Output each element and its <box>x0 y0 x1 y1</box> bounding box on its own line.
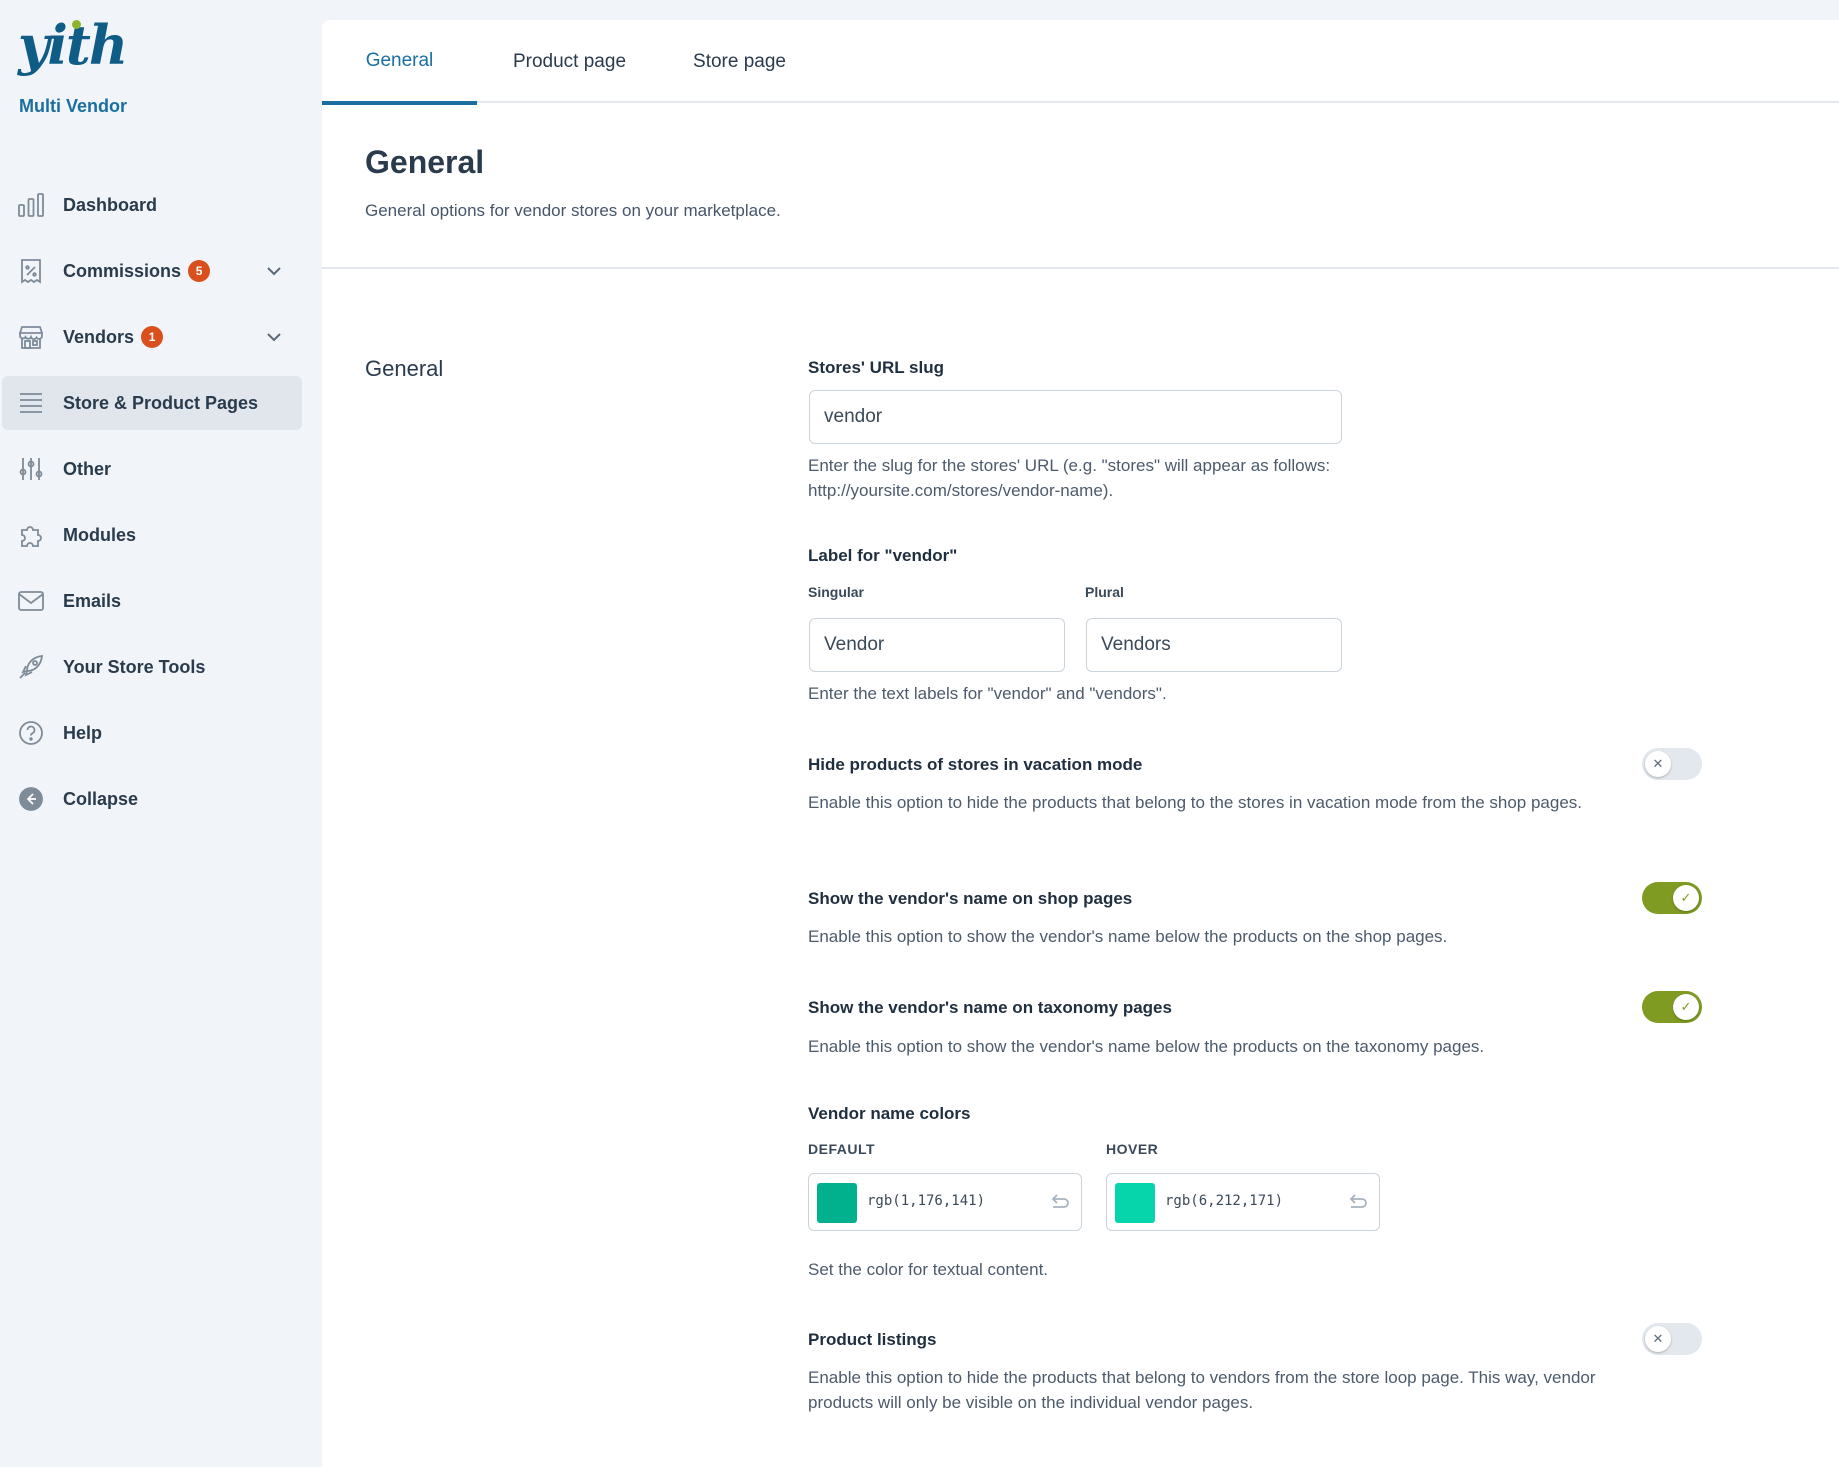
stores-url-slug-description: Enter the slug for the stores' URL (e.g.… <box>808 456 1331 500</box>
sidebar-item-label: Help <box>63 722 103 743</box>
sliders-icon <box>17 455 45 483</box>
vacation-mode-description: Enable this option to hide the products … <box>808 793 1582 812</box>
logo-dot <box>72 20 81 29</box>
toggle-on-check-icon: ✓ <box>1673 994 1699 1020</box>
sidebar-item-collapse[interactable]: Collapse <box>2 772 302 826</box>
sidebar-item-dashboard[interactable]: Dashboard <box>2 178 302 232</box>
chevron-down-icon[interactable] <box>264 261 284 281</box>
receipt-percent-icon <box>17 257 45 285</box>
page-title: General <box>365 144 485 180</box>
plural-label: Plural <box>1085 584 1124 600</box>
sidebar-item-label: Emails <box>63 590 122 611</box>
toggle-off-x-icon: ✕ <box>1645 751 1671 777</box>
sidebar-item-label: Dashboard <box>63 194 158 215</box>
sidebar-item-label: Store & Product Pages <box>63 392 259 413</box>
default-color-picker[interactable]: rgb(1,176,141) <box>808 1173 1082 1231</box>
default-color-swatch[interactable] <box>817 1183 857 1223</box>
sidebar-item-commissions[interactable]: Commissions 5 <box>2 244 302 298</box>
arrow-left-circle-icon <box>17 785 45 813</box>
vendor-name-colors-description: Set the color for textual content. <box>808 1260 1049 1279</box>
tab-bar: General Product page Store page <box>322 20 1839 105</box>
puzzle-icon <box>17 521 45 549</box>
shop-pages-name-title: Show the vendor's name on shop pages <box>808 889 1133 908</box>
sidebar-item-modules[interactable]: Modules <box>2 508 302 562</box>
tab-product-page[interactable]: Product page <box>492 20 647 103</box>
sidebar-item-label: Commissions <box>63 260 182 281</box>
taxonomy-pages-name-toggle[interactable]: ✓ <box>1642 991 1702 1023</box>
vacation-mode-toggle[interactable]: ✕ <box>1642 748 1702 780</box>
product-listings-description: Enable this option to hide the products … <box>808 1368 1596 1412</box>
hover-color-picker[interactable]: rgb(6,212,171) <box>1106 1173 1380 1231</box>
default-color-value[interactable]: rgb(1,176,141) <box>867 1193 985 1209</box>
product-listings-toggle[interactable]: ✕ <box>1642 1323 1702 1355</box>
settings-panel: General Product page Store page General … <box>322 20 1839 1467</box>
vendor-label-description: Enter the text labels for "vendor" and "… <box>808 684 1167 703</box>
singular-label: Singular <box>808 584 865 600</box>
tab-store-page[interactable]: Store page <box>662 20 817 103</box>
toggle-on-check-icon: ✓ <box>1673 885 1699 911</box>
hover-color-swatch[interactable] <box>1115 1183 1155 1223</box>
chevron-down-icon[interactable] <box>264 327 284 347</box>
taxonomy-pages-name-title: Show the vendor's name on taxonomy pages <box>808 998 1172 1017</box>
vendor-label-title: Label for "vendor" <box>808 546 958 565</box>
vacation-mode-title: Hide products of stores in vacation mode <box>808 755 1143 774</box>
shop-pages-name-description: Enable this option to show the vendor's … <box>808 927 1448 946</box>
sidebar-item-label: Your Store Tools <box>63 656 206 677</box>
vendor-singular-input[interactable] <box>809 618 1065 672</box>
toggle-off-x-icon: ✕ <box>1645 1326 1671 1352</box>
sidebar-item-other[interactable]: Other <box>2 442 302 496</box>
sidebar-nav: Dashboard Commissions 5 Vendors 1 Store … <box>0 178 322 838</box>
envelope-icon <box>17 587 45 615</box>
sidebar-item-store-product-pages[interactable]: Store & Product Pages <box>2 376 302 430</box>
hover-color-label: HOVER <box>1106 1141 1159 1157</box>
hover-color-value[interactable]: rgb(6,212,171) <box>1165 1193 1283 1209</box>
bar-chart-icon <box>17 191 45 219</box>
vendor-name-colors-title: Vendor name colors <box>808 1104 971 1123</box>
default-color-label: DEFAULT <box>808 1141 876 1157</box>
shop-pages-name-toggle[interactable]: ✓ <box>1642 882 1702 914</box>
commissions-count-badge: 5 <box>188 260 211 282</box>
page-description: General options for vendor stores on you… <box>365 201 781 220</box>
list-lines-icon <box>17 389 45 417</box>
sidebar-item-label: Vendors <box>63 326 135 347</box>
sidebar-item-label: Modules <box>63 524 137 545</box>
rocket-icon <box>17 653 45 681</box>
sidebar-item-your-store-tools[interactable]: Your Store Tools <box>2 640 302 694</box>
sidebar-item-help[interactable]: Help <box>2 706 302 760</box>
vendors-count-badge: 1 <box>141 326 164 348</box>
sidebar: yith Multi Vendor Dashboard Commissions … <box>0 0 322 1467</box>
plugin-name: Multi Vendor <box>19 96 127 116</box>
product-listings-title: Product listings <box>808 1330 937 1349</box>
sidebar-item-label: Other <box>63 458 112 479</box>
taxonomy-pages-name-description: Enable this option to show the vendor's … <box>808 1037 1485 1056</box>
vendor-plural-input[interactable] <box>1086 618 1342 672</box>
section-title: General <box>365 356 444 381</box>
reset-undo-icon[interactable] <box>1345 1191 1369 1215</box>
sidebar-item-emails[interactable]: Emails <box>2 574 302 628</box>
tab-general[interactable]: General <box>322 20 477 105</box>
yith-logo[interactable]: yith <box>18 18 128 72</box>
question-circle-icon <box>17 719 45 747</box>
storefront-icon <box>17 323 45 351</box>
sidebar-item-label: Collapse <box>63 788 139 809</box>
sidebar-item-vendors[interactable]: Vendors 1 <box>2 310 302 364</box>
divider <box>322 267 1839 269</box>
reset-undo-icon[interactable] <box>1047 1191 1071 1215</box>
stores-url-slug-title: Stores' URL slug <box>808 358 944 377</box>
stores-url-slug-input[interactable] <box>809 390 1342 444</box>
